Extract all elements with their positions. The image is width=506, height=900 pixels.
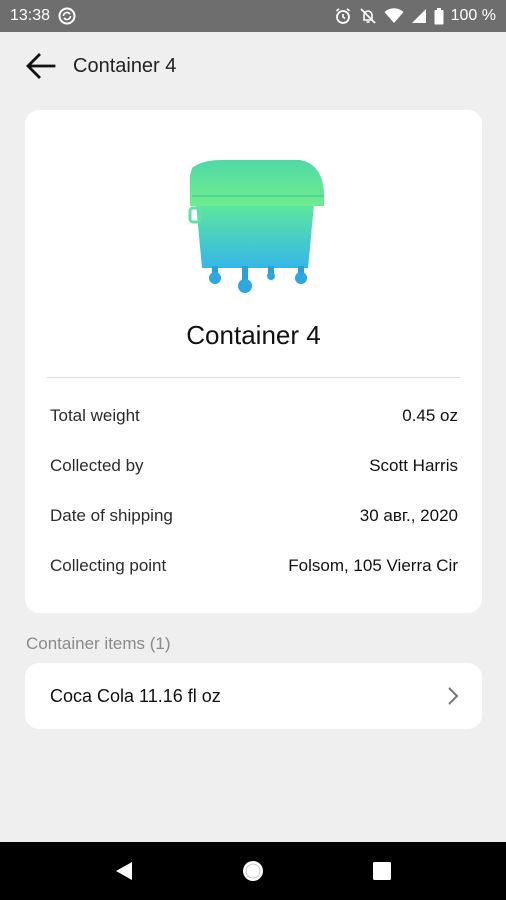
detail-value: 30 авг., 2020	[359, 506, 458, 525]
app-bar: Container 4	[0, 32, 506, 100]
arrow-back-icon	[26, 53, 56, 79]
container-detail-card: Container 4 Total weight 0.45 oz Collect…	[25, 110, 482, 613]
status-time: 13:38	[10, 7, 51, 24]
battery-level: 100 %	[450, 7, 496, 24]
nav-home-button[interactable]	[233, 851, 273, 891]
detail-label: Date of shipping	[50, 506, 173, 525]
divider	[47, 377, 460, 378]
detail-row-collected-by: Collected by Scott Harris	[50, 451, 458, 481]
status-right: 100 %	[334, 7, 496, 25]
chevron-right-icon	[448, 687, 459, 705]
list-item[interactable]: Coca Cola 11.16 fl oz	[25, 663, 482, 729]
nav-back-button[interactable]	[104, 851, 144, 891]
detail-label: Total weight	[50, 406, 140, 425]
wifi-icon	[384, 8, 404, 24]
detail-label: Collecting point	[50, 556, 167, 575]
recents-square-icon	[372, 862, 391, 880]
home-circle-icon	[242, 861, 263, 881]
detail-label: Collected by	[50, 456, 144, 475]
alarm-icon	[334, 7, 352, 25]
mute-icon	[359, 7, 377, 25]
container-title: Container 4	[186, 320, 321, 350]
waste-container-icon	[182, 156, 328, 302]
container-items-heading: Container items (1)	[26, 634, 171, 653]
back-triangle-icon	[116, 862, 133, 880]
battery-icon	[434, 7, 444, 25]
detail-row-date-of-shipping: Date of shipping 30 авг., 2020	[50, 501, 458, 531]
page-title: Container 4	[73, 54, 177, 77]
nav-recents-button[interactable]	[362, 851, 402, 891]
detail-value: 0.45 oz	[402, 406, 458, 425]
detail-value: Scott Harris	[369, 456, 458, 475]
status-left: 13:38	[10, 7, 76, 25]
status-bar: 13:38 100 %	[0, 0, 506, 32]
detail-row-collecting-point: Collecting point Folsom, 105 Vierra Cir	[50, 551, 458, 581]
back-button[interactable]	[24, 49, 58, 83]
sync-icon	[58, 7, 76, 25]
signal-icon	[411, 8, 427, 24]
detail-value: Folsom, 105 Vierra Cir	[288, 556, 458, 575]
detail-row-total-weight: Total weight 0.45 oz	[50, 401, 458, 431]
list-item-label: Coca Cola 11.16 fl oz	[50, 685, 221, 706]
system-nav-bar	[0, 842, 506, 900]
